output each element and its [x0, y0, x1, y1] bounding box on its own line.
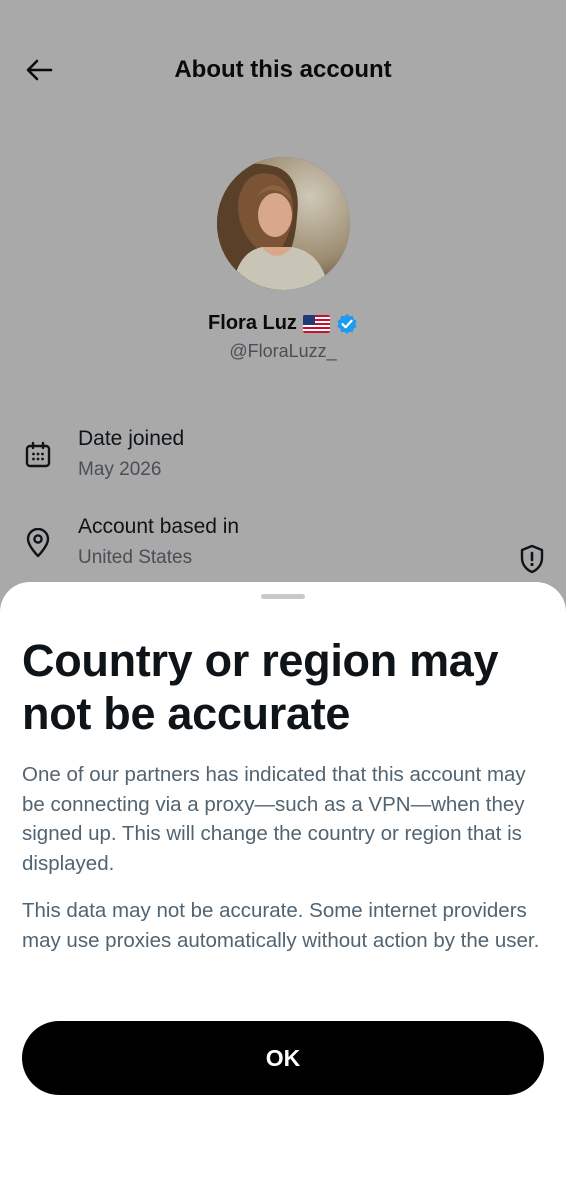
- sheet-paragraph-1: One of our partners has indicated that t…: [22, 763, 526, 875]
- bottom-sheet: Country or region may not be accurate On…: [0, 582, 566, 1200]
- verified-badge-icon: [336, 313, 358, 335]
- sheet-paragraph-2: This data may not be accurate. Some inte…: [22, 899, 540, 952]
- date-joined-value: May 2026: [78, 459, 162, 480]
- page-title: About this account: [174, 56, 392, 83]
- calendar-icon: [22, 439, 54, 471]
- profile-handle: @FloraLuzz_: [229, 341, 337, 361]
- date-joined-label: Date joined: [78, 427, 185, 450]
- us-flag-icon: [302, 314, 330, 333]
- sheet-grabber[interactable]: [261, 594, 305, 599]
- header: About this account: [0, 40, 566, 100]
- profile-name: Flora Luz: [208, 312, 297, 334]
- account-location-label: Account based in: [78, 515, 240, 538]
- shield-alert-button[interactable]: [516, 543, 548, 575]
- profile-photo: [217, 157, 350, 290]
- date-joined-row: Date joined May 2026: [0, 427, 566, 497]
- profile-name-row: Flora Luz: [0, 312, 566, 335]
- ok-button[interactable]: OK: [22, 1021, 544, 1095]
- avatar[interactable]: [217, 157, 350, 290]
- account-location-row: Account based in United States: [0, 515, 566, 585]
- shield-alert-icon: [520, 544, 544, 574]
- location-pin-icon: [22, 527, 54, 559]
- account-location-value: United States: [78, 547, 193, 568]
- sheet-title: Country or region may not be accurate: [22, 635, 499, 739]
